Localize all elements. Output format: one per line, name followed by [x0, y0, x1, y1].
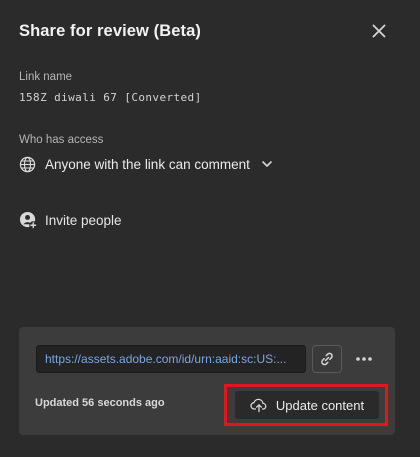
share-dialog: Share for review (Beta) Link name 158Z d… — [0, 0, 420, 457]
invite-people-button[interactable]: Invite people — [19, 209, 122, 231]
more-icon — [356, 357, 372, 361]
share-url-field[interactable]: https://assets.adobe.com/id/urn:aaid:sc:… — [36, 345, 306, 373]
update-content-label: Update content — [275, 397, 365, 413]
access-label: Who has access — [19, 134, 104, 146]
link-icon — [321, 352, 333, 366]
close-button[interactable] — [366, 18, 392, 44]
access-value: Anyone with the link can comment — [45, 156, 250, 172]
chevron-down-icon — [262, 161, 272, 167]
add-person-icon — [19, 211, 38, 229]
close-icon — [372, 24, 386, 38]
globe-icon — [19, 156, 36, 172]
more-options-button[interactable] — [352, 345, 376, 373]
cloud-upload-icon — [250, 398, 267, 413]
link-name-label: Link name — [19, 71, 73, 83]
link-name-value[interactable]: 158Z diwali 67 [Converted] — [19, 91, 202, 104]
dialog-title: Share for review (Beta) — [19, 22, 202, 40]
copy-link-button[interactable] — [312, 345, 342, 373]
update-content-button[interactable]: Update content — [235, 391, 379, 419]
access-dropdown[interactable]: Anyone with the link can comment — [19, 153, 273, 175]
last-updated-text: Updated 56 seconds ago — [35, 397, 165, 409]
invite-people-label: Invite people — [45, 212, 122, 228]
share-footer: https://assets.adobe.com/id/urn:aaid:sc:… — [19, 327, 395, 435]
